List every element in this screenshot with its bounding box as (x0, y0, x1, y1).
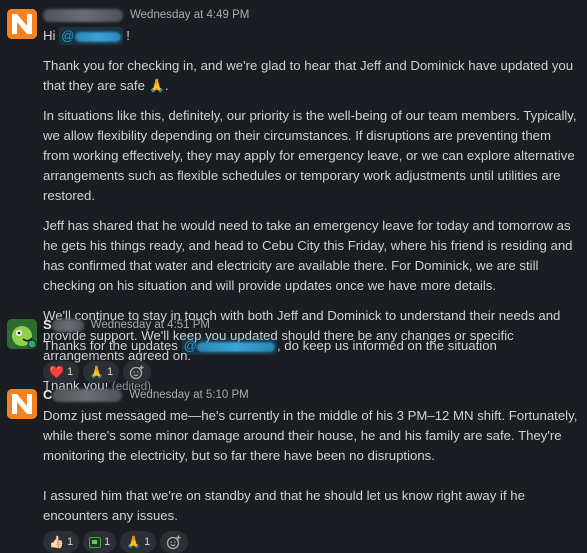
author-initial[interactable]: C (43, 386, 52, 404)
avatar[interactable] (7, 389, 37, 419)
author-name-redacted[interactable] (43, 8, 123, 22)
reaction-count: 1 (66, 366, 74, 378)
author-name-redacted[interactable] (52, 388, 123, 402)
chat-thread: Wednesday at 4:49 PM Hi @ ! Thank you fo… (0, 0, 587, 553)
timestamp[interactable]: Wednesday at 5:10 PM (129, 386, 248, 404)
message-1: Wednesday at 4:49 PM Hi @ ! Thank you fo… (0, 6, 587, 393)
add-reaction-button[interactable] (123, 361, 152, 383)
message-header: S Wednesday at 4:51 PM (43, 316, 579, 334)
thumbs-up-icon: 👍🏻 (49, 535, 64, 549)
reactions-bar: ❤️ 1 🙏 1 (43, 361, 579, 383)
reaction-pray[interactable]: 🙏 1 (120, 531, 157, 553)
add-reaction-button[interactable] (160, 531, 189, 553)
message-3: C Wednesday at 5:10 PM Domz just message… (0, 386, 587, 553)
greeting-suffix: ! (126, 28, 130, 43)
user-mention[interactable]: @ (59, 27, 123, 45)
author-initial[interactable]: S (43, 316, 52, 334)
reaction-heart[interactable]: ❤️ 1 (43, 361, 80, 383)
message-2: S Wednesday at 4:51 PM Thanks for the up… (0, 316, 587, 383)
reaction-pray[interactable]: 🙏 1 (83, 361, 120, 383)
add-reaction-icon (130, 365, 144, 380)
reaction-thumbs-up[interactable]: 👍🏻 1 (43, 531, 80, 553)
pray-icon: 🙏 (126, 535, 142, 549)
reaction-count: 1 (104, 536, 111, 548)
timestamp[interactable]: Wednesday at 4:49 PM (130, 6, 249, 24)
reactions-bar: 👍🏻 1 1 🙏 1 (43, 531, 579, 553)
pray-icon: 🙏 (89, 365, 105, 379)
heart-icon: ❤️ (49, 365, 64, 379)
timestamp[interactable]: Wednesday at 4:51 PM (91, 316, 210, 334)
message-paragraph: In situations like this, definitely, our… (43, 108, 577, 203)
avatar[interactable] (7, 9, 37, 39)
message-text-suffix: , do keep us informed on the situation (276, 338, 497, 353)
avatar-image-icon (7, 319, 37, 349)
message-body: Thanks for the updates @, do keep us inf… (43, 336, 579, 356)
add-reaction-icon (167, 535, 181, 550)
message-paragraph: Domz just messaged me—he's currently in … (43, 408, 578, 463)
message-paragraph: I assured him that we're on standby and … (43, 488, 525, 523)
message-header: Wednesday at 4:49 PM (43, 6, 579, 24)
message-text-prefix: Thanks for the updates (43, 338, 178, 353)
message-header: C Wednesday at 5:10 PM (43, 386, 579, 404)
reaction-tv[interactable]: 1 (83, 531, 117, 553)
tv-icon (89, 536, 102, 548)
greeting-prefix: Hi (43, 28, 56, 43)
avatar[interactable] (7, 319, 37, 349)
company-logo-icon (7, 389, 37, 419)
reaction-count: 1 (144, 536, 151, 548)
message-paragraph: Jeff has shared that he would need to ta… (43, 218, 573, 293)
user-mention[interactable]: @ (181, 337, 277, 355)
author-name-redacted[interactable] (51, 318, 84, 332)
message-paragraph: Thank you for checking in, and we're gla… (43, 58, 574, 93)
greeting-line: Hi @ ! (43, 26, 579, 46)
reaction-count: 1 (107, 366, 114, 378)
company-logo-icon (7, 9, 37, 39)
reaction-count: 1 (66, 536, 74, 548)
message-body: Domz just messaged me—he's currently in … (43, 406, 579, 526)
